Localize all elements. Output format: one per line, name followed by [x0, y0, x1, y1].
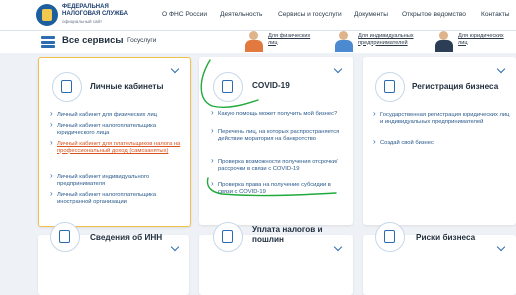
hand-drawn-annotation [200, 59, 337, 197]
